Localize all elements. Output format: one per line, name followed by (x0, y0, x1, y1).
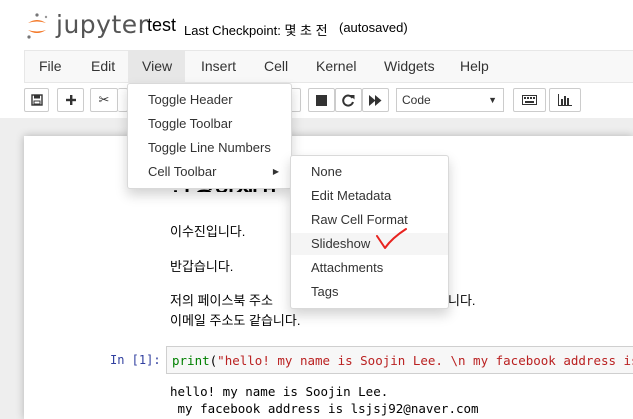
code-cell-input[interactable]: print("hello! my name is Soojin Lee. \n … (166, 346, 633, 374)
cut-icon: ✂ (98, 92, 110, 107)
cell-type-select[interactable]: Code ▼ (396, 88, 504, 112)
jupyter-logo-icon[interactable] (26, 11, 48, 41)
markdown-line: 저의 페이스북 주소 (170, 293, 273, 308)
cell-toolbar-label: Cell Toolbar (148, 164, 217, 179)
header: jupyter test Last Checkpoint: 몇 초 전 (aut… (0, 0, 633, 50)
notebook-title[interactable]: test (147, 15, 176, 36)
cut-button[interactable]: ✂ (90, 88, 118, 112)
code-string: "hello! my name is Soojin Lee. \n my fac… (217, 353, 633, 368)
submenu-item-none[interactable]: None (291, 161, 448, 183)
menu-cell[interactable]: Cell (250, 51, 302, 82)
autosave-status: (autosaved) (339, 20, 408, 35)
code-line: print("hello! my name is Soojin Lee. \n … (172, 353, 633, 368)
submenu-item-edit-metadata[interactable]: Edit Metadata (291, 185, 448, 207)
keyboard-icon (522, 95, 537, 105)
checkmark-annotation-icon (376, 228, 407, 249)
submenu-item-tags[interactable]: Tags (291, 281, 448, 303)
submenu-item-slideshow[interactable]: Slideshow (291, 233, 448, 255)
code-function: print (172, 353, 210, 368)
output-line: my facebook address is lsjsj92@naver.com (170, 401, 479, 416)
cell-toolbar-item[interactable]: Cell Toolbar ▶ (128, 161, 291, 183)
save-button[interactable] (24, 88, 49, 112)
interrupt-button[interactable] (308, 88, 335, 112)
markdown-line: 반갑습니다. (170, 259, 234, 274)
toggle-toolbar-item[interactable]: Toggle Toolbar (128, 113, 291, 135)
chevron-down-icon: ▼ (488, 95, 497, 105)
stop-icon (316, 94, 327, 106)
bar-chart-icon (558, 94, 572, 106)
restart-button[interactable] (335, 88, 362, 112)
menu-file[interactable]: File (25, 51, 76, 82)
menu-edit[interactable]: Edit (77, 51, 129, 82)
menu-kernel[interactable]: Kernel (302, 51, 370, 82)
menu-insert[interactable]: Insert (187, 51, 250, 82)
markdown-line-end: 니다. (448, 293, 476, 308)
menu-view[interactable]: View (128, 51, 185, 82)
save-icon (30, 94, 43, 106)
menu-help[interactable]: Help (446, 51, 503, 82)
cell-toolbar-submenu: None Edit Metadata Raw Cell Format Slide… (290, 155, 449, 309)
menu-widgets[interactable]: Widgets (370, 51, 449, 82)
restart-icon (342, 94, 355, 106)
add-icon (65, 95, 76, 105)
checkpoint-status: Last Checkpoint: 몇 초 전 (184, 23, 328, 38)
view-menu-dropdown: Toggle Header Toggle Toolbar Toggle Line… (127, 83, 292, 189)
output-line: hello! my name is Soojin Lee. (170, 384, 389, 399)
cell-type-value: Code (402, 93, 431, 107)
markdown-line: 이메일 주소도 같습니다. (170, 313, 301, 328)
add-cell-button[interactable] (57, 88, 84, 112)
toggle-header-item[interactable]: Toggle Header (128, 89, 291, 111)
toolbar: ✂ n Code ▼ (0, 84, 633, 118)
chart-button[interactable] (549, 88, 581, 112)
input-prompt: In [1]: (110, 353, 161, 367)
command-palette-button[interactable] (513, 88, 546, 112)
submenu-item-attachments[interactable]: Attachments (291, 257, 448, 279)
toggle-line-numbers-item[interactable]: Toggle Line Numbers (128, 137, 291, 159)
submenu-item-raw-cell-format[interactable]: Raw Cell Format (291, 209, 448, 231)
markdown-line: 이수진입니다. (170, 224, 246, 239)
run-all-button[interactable] (362, 88, 389, 112)
run-all-icon (369, 94, 382, 106)
chevron-right-icon: ▶ (272, 167, 279, 176)
menubar: File Edit View Insert Cell Kernel Widget… (24, 50, 633, 83)
logo-text[interactable]: jupyter (56, 10, 148, 39)
